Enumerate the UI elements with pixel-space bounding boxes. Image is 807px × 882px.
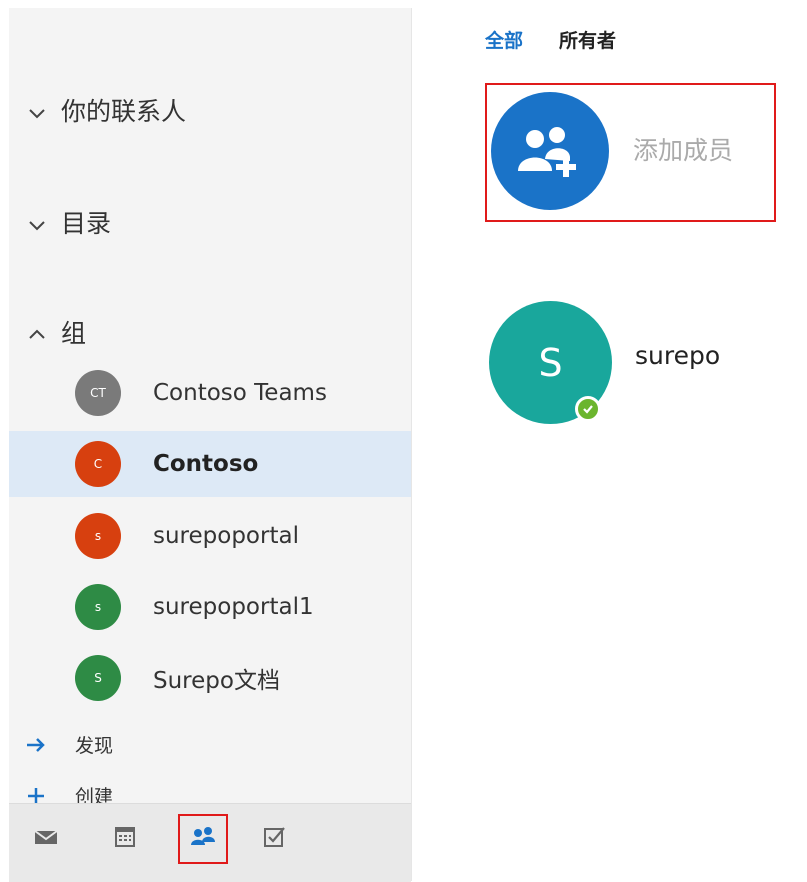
- arrow-right-icon: [25, 734, 47, 756]
- group-item-surepoportal[interactable]: s surepoportal: [9, 503, 411, 569]
- group-name: surepoportal: [153, 523, 299, 549]
- group-name: Surepo文档: [153, 668, 280, 694]
- group-avatar: CT: [75, 370, 121, 416]
- chevron-down-icon: [27, 100, 47, 120]
- add-member-label: 添加成员: [633, 136, 734, 165]
- people-icon: [190, 826, 216, 852]
- group-avatar-initials: C: [93, 457, 103, 471]
- group-item-surepo-docs[interactable]: S Surepo文档: [9, 645, 411, 711]
- section-directory-label: 目录: [61, 209, 112, 238]
- member-card[interactable]: S surepo: [489, 301, 789, 431]
- discover-link[interactable]: 发现: [25, 731, 113, 758]
- group-avatar-initials: CT: [90, 386, 106, 400]
- member-name: surepo: [635, 341, 721, 370]
- people-button[interactable]: [178, 814, 228, 864]
- member-filter-tabs: 全部 所有者: [485, 26, 616, 53]
- tasks-icon: [261, 826, 287, 852]
- mail-icon: [33, 826, 59, 852]
- bottom-nav-bar: [9, 803, 411, 882]
- calendar-icon: [112, 826, 138, 852]
- group-name: Contoso Teams: [153, 380, 327, 406]
- group-avatar: S: [75, 655, 121, 701]
- group-avatar: C: [75, 441, 121, 487]
- sidebar: 你的联系人 目录 组 CT Contoso Teams C Contoso s …: [9, 8, 412, 882]
- group-avatar: s: [75, 584, 121, 630]
- chevron-down-icon: [27, 212, 47, 232]
- group-name: surepoportal1: [153, 594, 314, 620]
- section-groups[interactable]: 组: [27, 314, 86, 350]
- calendar-button[interactable]: [100, 814, 150, 864]
- group-name: Contoso: [153, 451, 259, 477]
- section-contacts[interactable]: 你的联系人: [27, 92, 186, 128]
- tab-all[interactable]: 全部: [485, 26, 523, 53]
- group-item-surepoportal1[interactable]: s surepoportal1: [9, 574, 411, 640]
- section-directory[interactable]: 目录: [27, 204, 111, 240]
- group-avatar-initials: s: [94, 529, 102, 543]
- chevron-up-icon: [27, 322, 47, 342]
- group-avatar: s: [75, 513, 121, 559]
- section-groups-label: 组: [61, 319, 87, 348]
- add-member-button[interactable]: 添加成员: [485, 83, 776, 222]
- add-people-icon: [491, 92, 609, 210]
- group-item-contoso[interactable]: C Contoso: [9, 431, 411, 497]
- section-contacts-label: 你的联系人: [61, 97, 187, 126]
- group-avatar-initials: s: [94, 600, 102, 614]
- presence-available-icon: [575, 396, 601, 422]
- tasks-button[interactable]: [249, 814, 299, 864]
- group-item-contoso-teams[interactable]: CT Contoso Teams: [9, 360, 411, 426]
- discover-label: 发现: [75, 735, 114, 757]
- mail-button[interactable]: [21, 814, 71, 864]
- tab-owners[interactable]: 所有者: [559, 26, 616, 53]
- group-avatar-initials: S: [94, 671, 102, 685]
- member-avatar-initial: S: [538, 340, 563, 385]
